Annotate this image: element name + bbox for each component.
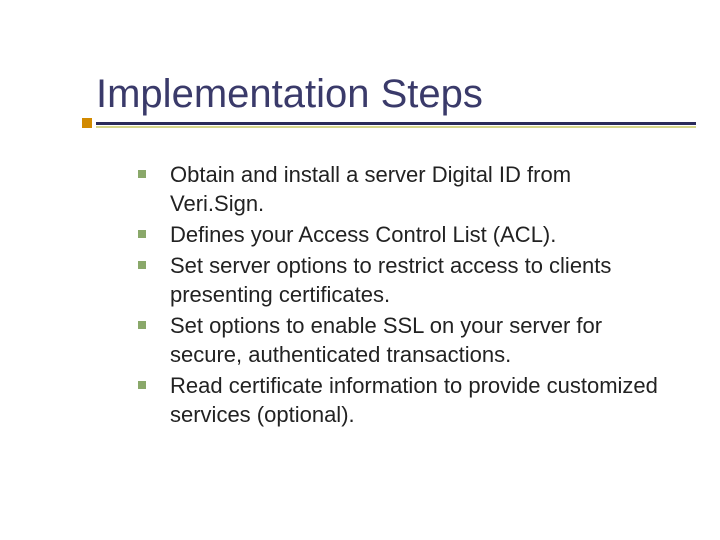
list-item: Set options to enable SSL on your server… [138,311,670,369]
bullet-square-icon [138,261,146,269]
list-item: Obtain and install a server Digital ID f… [138,160,670,218]
bullet-text: Read certificate information to provide … [170,373,658,427]
title-rule-light [96,126,696,128]
slide: Implementation Steps Obtain and install … [0,0,720,540]
bullet-text: Set options to enable SSL on your server… [170,313,602,367]
bullet-text: Defines your Access Control List (ACL). [170,222,556,247]
slide-body: Obtain and install a server Digital ID f… [138,160,670,431]
bullet-list: Obtain and install a server Digital ID f… [138,160,670,429]
list-item: Set server options to restrict access to… [138,251,670,309]
title-rule-dark [96,122,696,125]
title-block: Implementation Steps [96,72,680,128]
bullet-square-icon [138,321,146,329]
bullet-text: Obtain and install a server Digital ID f… [170,162,571,216]
list-item: Read certificate information to provide … [138,371,670,429]
bullet-square-icon [138,381,146,389]
bullet-text: Set server options to restrict access to… [170,253,611,307]
bullet-square-icon [138,170,146,178]
slide-title: Implementation Steps [96,72,680,116]
accent-square-icon [82,118,92,128]
bullet-square-icon [138,230,146,238]
list-item: Defines your Access Control List (ACL). [138,220,670,249]
